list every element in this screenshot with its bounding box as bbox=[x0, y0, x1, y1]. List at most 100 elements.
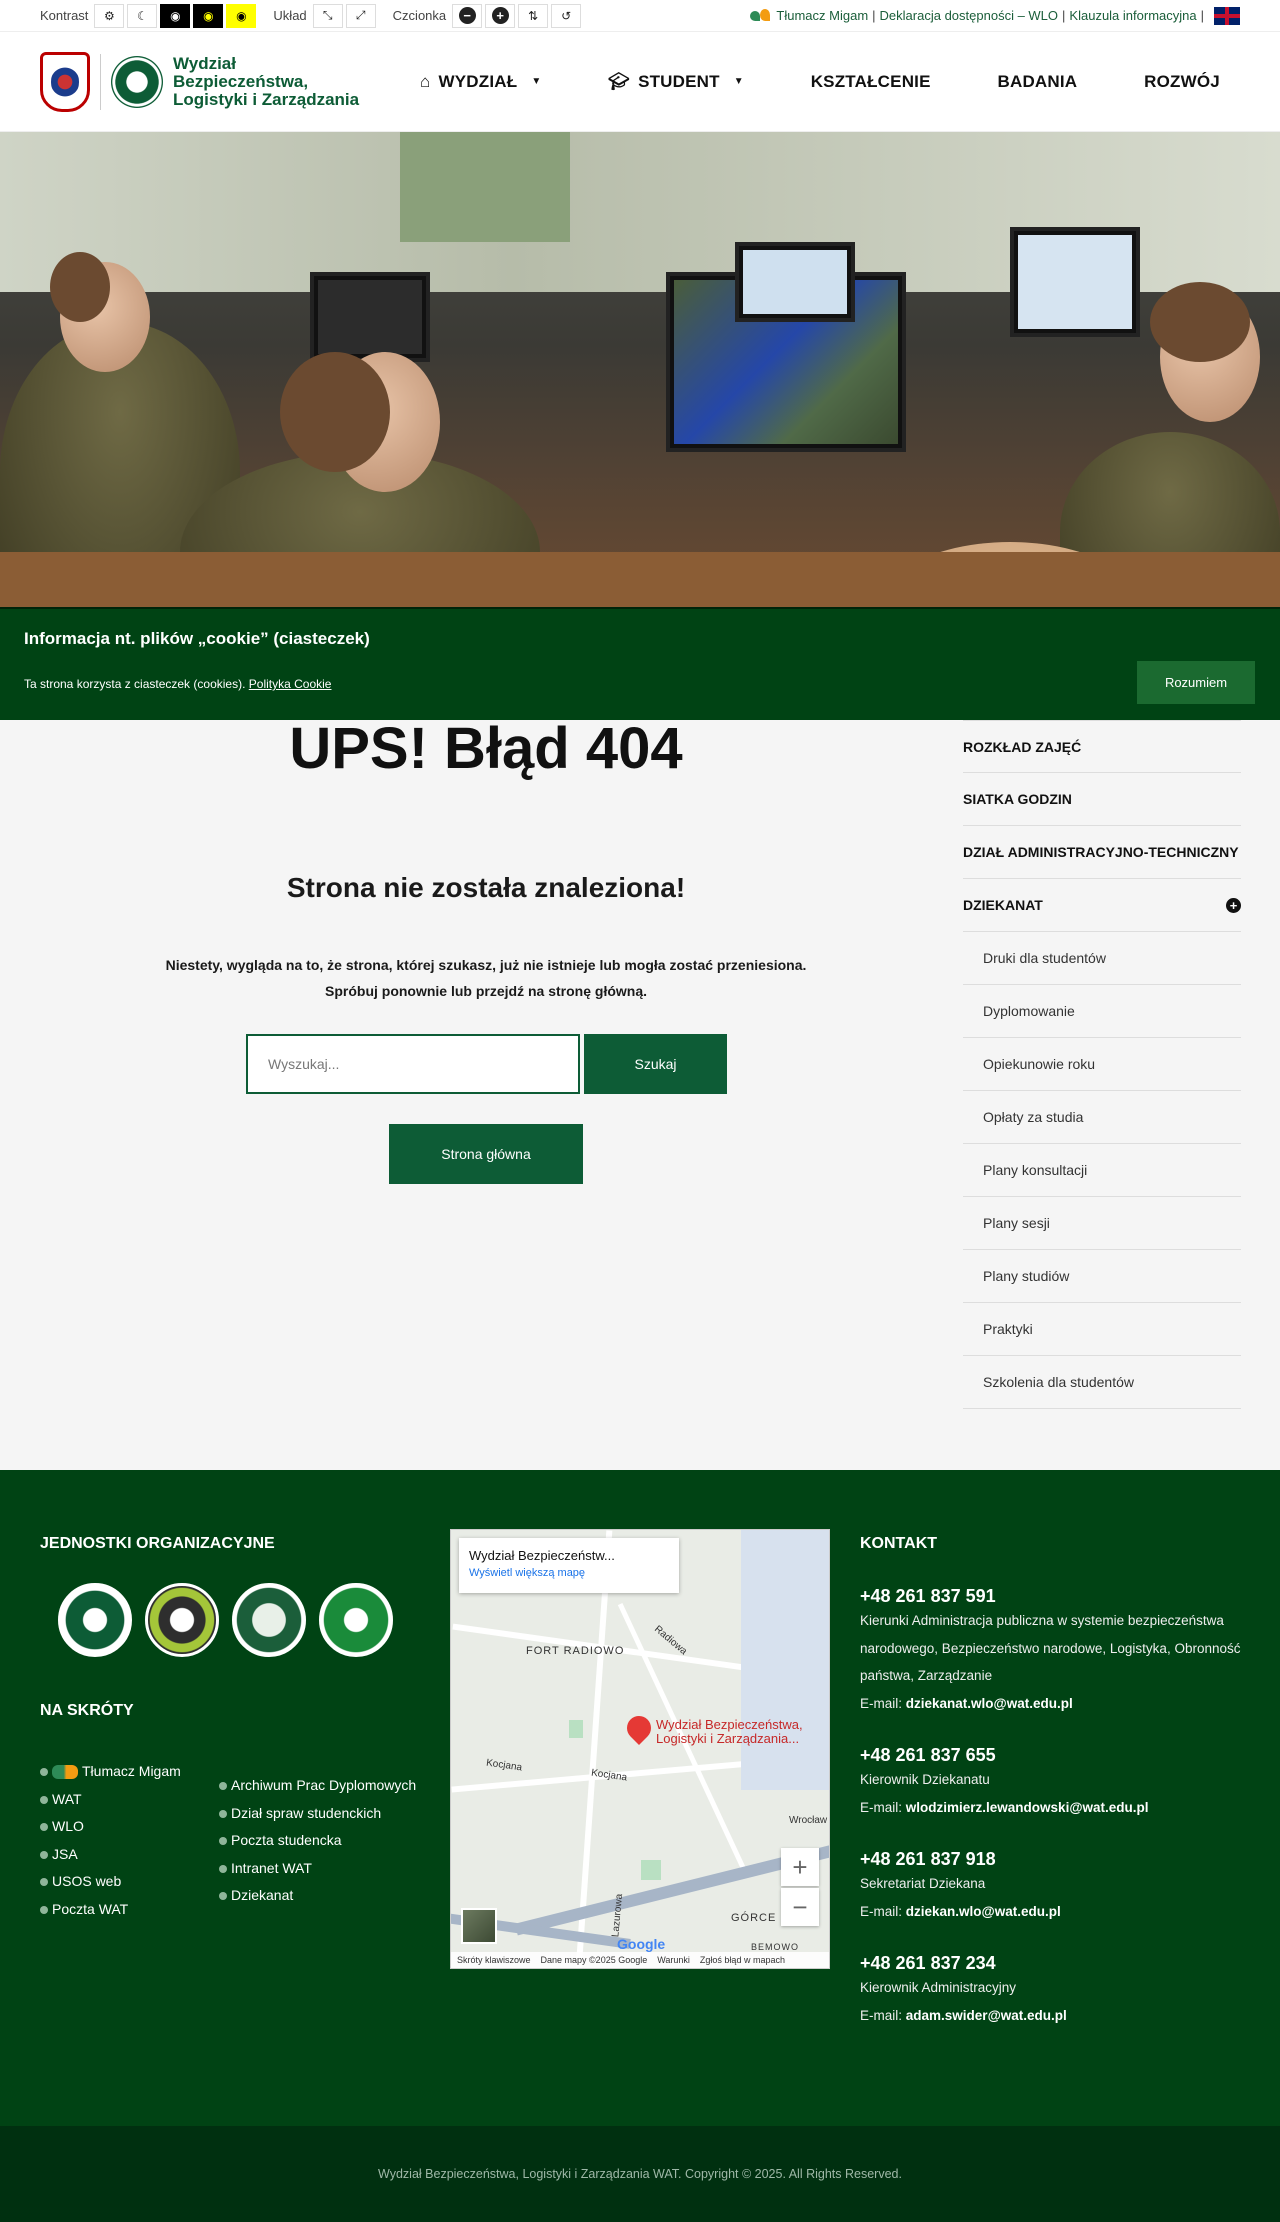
shortcut-link[interactable]: Dziekanat bbox=[219, 1882, 416, 1910]
sidebar-subitem[interactable]: Dyplomowanie bbox=[963, 985, 1241, 1038]
shortcut-link[interactable]: Poczta WAT bbox=[40, 1896, 181, 1924]
sidebar-subitem[interactable]: Praktyki bbox=[963, 1303, 1241, 1356]
map-shortcuts-link[interactable]: Skróty klawiszowe bbox=[457, 1955, 531, 1965]
font-increase-button[interactable]: + bbox=[485, 3, 516, 28]
contact-email-link[interactable]: dziekan.wlo@wat.edu.pl bbox=[906, 1904, 1061, 1919]
map-pin-icon[interactable] bbox=[622, 1711, 656, 1745]
english-flag-icon[interactable] bbox=[1214, 6, 1240, 25]
contact-phone[interactable]: +48 261 837 591 bbox=[860, 1586, 1260, 1607]
nav-item-badania[interactable]: BADANIA bbox=[998, 72, 1078, 92]
migam-icon bbox=[52, 1765, 78, 1780]
google-map[interactable]: Wydział Bezpieczeństw... Wyświetl większ… bbox=[450, 1529, 830, 1969]
migam-link[interactable]: Tłumacz Migam bbox=[776, 8, 868, 23]
contrast-label: Kontrast bbox=[40, 8, 89, 23]
sidebar-subitem[interactable]: Plany sesji bbox=[963, 1197, 1241, 1250]
shortcut-link[interactable]: WLO bbox=[40, 1813, 181, 1841]
shortcuts-col2: Archiwum Prac Dyplomowych Dział spraw st… bbox=[219, 1772, 416, 1910]
google-logo: Google bbox=[617, 1936, 666, 1952]
institute-logistics-logo-icon[interactable] bbox=[145, 1583, 219, 1657]
contact-phone[interactable]: +48 261 837 234 bbox=[860, 1953, 1260, 1974]
map-attribution-bar: Skróty klawiszowe Dane mapy ©2025 Google… bbox=[451, 1952, 829, 1968]
ccj-logo-icon[interactable] bbox=[319, 1583, 393, 1657]
map-area-label: BEMOWO bbox=[751, 1942, 799, 1952]
contrast-black-yellow-button[interactable]: ◉ bbox=[193, 3, 224, 28]
contrast-yellow-black-button[interactable]: ◉ bbox=[226, 3, 257, 28]
sidebar-subitem[interactable]: Plany konsultacji bbox=[963, 1144, 1241, 1197]
contact-phone[interactable]: +48 261 837 918 bbox=[860, 1849, 1260, 1870]
nav-item-ksztalcenie[interactable]: KSZTAŁCENIE bbox=[811, 72, 931, 92]
contrast-default-button[interactable]: ⚙ bbox=[94, 3, 125, 28]
map-terms-link[interactable]: Warunki bbox=[657, 1955, 690, 1965]
sidebar-subitem[interactable]: Opiekunowie roku bbox=[963, 1038, 1241, 1091]
institute-management-logo-icon[interactable] bbox=[232, 1583, 306, 1657]
map-street-label: Wrocław bbox=[789, 1815, 828, 1826]
copyright-bar: Wydział Bezpieczeństwa, Logistyki i Zarz… bbox=[0, 2126, 1280, 2222]
units-logos bbox=[58, 1583, 393, 1657]
home-icon: ⌂ bbox=[420, 71, 431, 91]
information-clause-link[interactable]: Klauzula informacyjna bbox=[1069, 8, 1196, 23]
map-data-text: Dane mapy ©2025 Google bbox=[540, 1955, 648, 1965]
shortcut-link[interactable]: Archiwum Prac Dyplomowych bbox=[219, 1772, 416, 1800]
map-zoom-in-button[interactable]: + bbox=[781, 1848, 819, 1886]
map-street-label: Lazurowa bbox=[610, 1893, 626, 1938]
font-spacing-button[interactable]: ⇅ bbox=[518, 3, 549, 28]
expand-plus-icon[interactable]: + bbox=[1226, 897, 1241, 913]
site-footer: JEDNOSTKI ORGANIZACYJNE NA SKRÓTY Tłumac… bbox=[0, 1470, 1280, 2126]
sidebar-item-siatka[interactable]: SIATKA GODZIN bbox=[963, 773, 1241, 826]
shortcut-link[interactable]: Poczta studencka bbox=[219, 1827, 416, 1855]
contrast-black-white-button[interactable]: ◉ bbox=[160, 3, 191, 28]
contrast-night-button[interactable]: ☾ bbox=[127, 3, 158, 28]
shortcuts-col1: Tłumacz Migam WAT WLO JSA USOS web Poczt… bbox=[40, 1758, 181, 1923]
shortcut-link[interactable]: Dział spraw studenckich bbox=[219, 1800, 416, 1828]
map-satellite-toggle[interactable] bbox=[461, 1908, 497, 1944]
cookie-accept-button[interactable]: Rozumiem bbox=[1137, 661, 1255, 704]
cookie-text: Ta strona korzysta z ciasteczek (cookies… bbox=[24, 677, 332, 691]
home-button[interactable]: Strona główna bbox=[389, 1124, 583, 1184]
institute-security-logo-icon[interactable] bbox=[58, 1583, 132, 1657]
map-larger-link[interactable]: Wyświetl większą mapę bbox=[469, 1567, 669, 1579]
separator: | bbox=[1200, 8, 1204, 23]
sidebar-subitem[interactable]: Opłaty za studia bbox=[963, 1091, 1241, 1144]
shortcut-link[interactable]: Intranet WAT bbox=[219, 1855, 416, 1883]
wat-crest-icon bbox=[40, 51, 90, 112]
contact-phone[interactable]: +48 261 837 655 bbox=[860, 1745, 1260, 1766]
main-nav: ⌂ WYDZIAŁ ▼ 🎓︎ STUDENT ▼ KSZTAŁCENIE BAD… bbox=[380, 72, 1240, 92]
cookie-policy-link[interactable]: Polityka Cookie bbox=[249, 677, 332, 691]
caret-down-icon: ▼ bbox=[733, 76, 744, 87]
sidebar-subitem[interactable]: Plany studiów bbox=[963, 1250, 1241, 1303]
font-decrease-button[interactable]: − bbox=[452, 3, 483, 28]
map-card-title: Wydział Bezpieczeństw... bbox=[469, 1548, 615, 1563]
sidebar-subitem[interactable]: Szkolenia dla studentów bbox=[963, 1356, 1241, 1409]
map-report-link[interactable]: Zgłoś błąd w mapach bbox=[700, 1955, 785, 1965]
shortcut-link[interactable]: Tłumacz Migam bbox=[40, 1758, 181, 1786]
sidebar-item-dzial-admin[interactable]: DZIAŁ ADMINISTRACYJNO-TECHNICZNY bbox=[963, 826, 1241, 879]
contact-desc: Sekretariat Dziekana bbox=[860, 1876, 986, 1891]
layout-narrow-button[interactable]: ⤡ bbox=[312, 3, 343, 28]
contact-email-link[interactable]: dziekanat.wlo@wat.edu.pl bbox=[906, 1696, 1073, 1711]
contact-email-link[interactable]: wlodzimierz.lewandowski@wat.edu.pl bbox=[906, 1800, 1149, 1815]
nav-item-student[interactable]: 🎓︎ STUDENT ▼ bbox=[608, 72, 744, 92]
shortcuts-title: NA SKRÓTY bbox=[40, 1702, 134, 1719]
sidebar-subitem[interactable]: Druki dla studentów bbox=[963, 932, 1241, 985]
map-area-label: GÓRCE bbox=[731, 1912, 777, 1924]
contact-email-link[interactable]: adam.swider@wat.edu.pl bbox=[906, 2008, 1067, 2023]
shortcut-link[interactable]: USOS web bbox=[40, 1868, 181, 1896]
contact-desc: Kierownik Dziekanatu bbox=[860, 1772, 990, 1787]
site-logo[interactable]: Wydział Bezpieczeństwa, Logistyki i Zarz… bbox=[40, 51, 380, 112]
search-input[interactable]: Wyszukaj... bbox=[246, 1034, 580, 1094]
sidebar-item-dziekanat[interactable]: DZIEKANAT + bbox=[963, 879, 1241, 932]
contact-title: KONTAKT bbox=[860, 1535, 938, 1552]
graduation-cap-icon: 🎓︎ bbox=[608, 71, 631, 91]
accessibility-declaration-link[interactable]: Deklaracja dostępności – WLO bbox=[880, 8, 1058, 23]
shortcut-link[interactable]: WAT bbox=[40, 1786, 181, 1814]
nav-item-wydzial[interactable]: ⌂ WYDZIAŁ ▼ bbox=[420, 72, 541, 92]
layout-wide-button[interactable]: ⤢ bbox=[345, 3, 376, 28]
contact-email: E-mail: dziekan.wlo@wat.edu.pl bbox=[860, 1903, 1061, 1919]
nav-item-rozwoj[interactable]: ROZWÓJ bbox=[1144, 72, 1220, 92]
sidebar-item-rozklad[interactable]: ROZKŁAD ZAJĘĆ bbox=[963, 720, 1241, 773]
search-button[interactable]: Szukaj bbox=[584, 1034, 727, 1094]
shortcut-link[interactable]: JSA bbox=[40, 1841, 181, 1869]
map-area-label: FORT RADIOWO bbox=[526, 1645, 625, 1657]
map-zoom-out-button[interactable]: − bbox=[781, 1888, 819, 1926]
reset-button[interactable]: ↺ bbox=[551, 3, 582, 28]
